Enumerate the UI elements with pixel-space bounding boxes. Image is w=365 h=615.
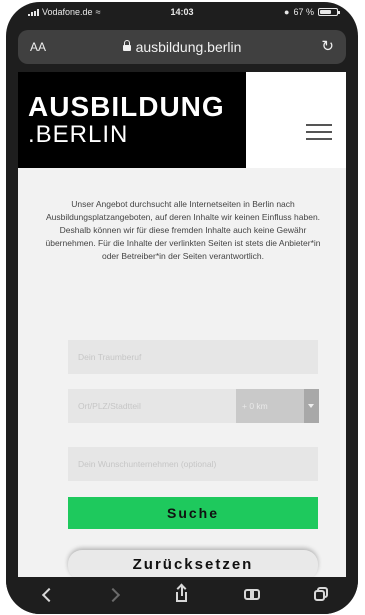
traumberuf-input[interactable]: Dein Traumberuf (68, 340, 318, 374)
battery-icon (318, 8, 340, 16)
radius-dropdown-arrow-icon[interactable] (304, 389, 319, 423)
share-icon[interactable] (172, 583, 192, 605)
forward-icon[interactable] (105, 585, 125, 605)
tabs-icon[interactable] (312, 585, 332, 605)
url-display[interactable]: ausbildung.berlin (18, 39, 346, 55)
browser-toolbar (6, 577, 358, 614)
company-placeholder: Dein Wunschunternehmen (optional) (78, 459, 217, 469)
location-input[interactable]: Ort/PLZ/Stadtteil (68, 389, 236, 423)
status-right: ● 67 % (284, 7, 340, 17)
battery-percent: 67 % (293, 7, 314, 17)
location-placeholder: Ort/PLZ/Stadtteil (78, 401, 141, 411)
url-text: ausbildung.berlin (135, 39, 242, 55)
reset-button[interactable]: Zurücksetzen (68, 550, 318, 577)
phone-frame: Vodafone.de ≈ 14:03 ● 67 % AA ausbildung… (6, 2, 358, 614)
lock-icon (122, 40, 131, 51)
site-logo[interactable]: AUSBILDUNG .BERLIN (18, 72, 246, 168)
site-header: AUSBILDUNG .BERLIN (18, 72, 346, 168)
disclaimer-text: Unser Angebot durchsucht alle Internetse… (45, 199, 321, 261)
battery-level (320, 10, 331, 14)
company-input[interactable]: Dein Wunschunternehmen (optional) (68, 447, 318, 481)
search-button[interactable]: Suche (68, 497, 318, 529)
radius-value: + 0 km (242, 401, 268, 411)
status-bar: Vodafone.de ≈ 14:03 ● 67 % (6, 2, 358, 24)
radius-select[interactable]: + 0 km (236, 389, 304, 423)
menu-icon[interactable] (306, 124, 332, 145)
logo-line-2: .BERLIN (28, 121, 129, 148)
reload-icon[interactable]: ↻ (321, 37, 334, 55)
traumberuf-placeholder: Dein Traumberuf (78, 352, 142, 362)
location-icon: ● (284, 7, 290, 17)
bookmarks-icon[interactable] (242, 585, 262, 605)
back-icon[interactable] (38, 585, 58, 605)
web-content: AUSBILDUNG .BERLIN Unser Angebot durchsu… (18, 72, 346, 577)
address-bar[interactable]: AA ausbildung.berlin ↻ (18, 30, 346, 64)
logo-line-1: AUSBILDUNG (28, 91, 225, 122)
